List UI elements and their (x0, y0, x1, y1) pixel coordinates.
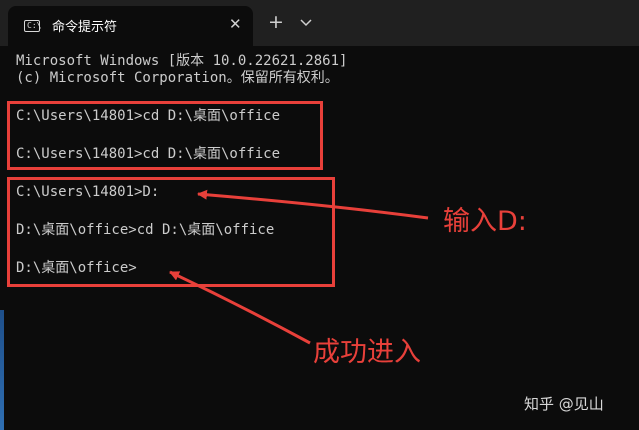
arrow-to-d-input (197, 189, 429, 220)
watermark: 知乎 @见山 (524, 395, 604, 413)
annotation-success: 成功进入 (313, 337, 421, 368)
arrow-to-office-prompt (169, 270, 311, 345)
annotation-input-d: 输入D: (443, 206, 527, 237)
